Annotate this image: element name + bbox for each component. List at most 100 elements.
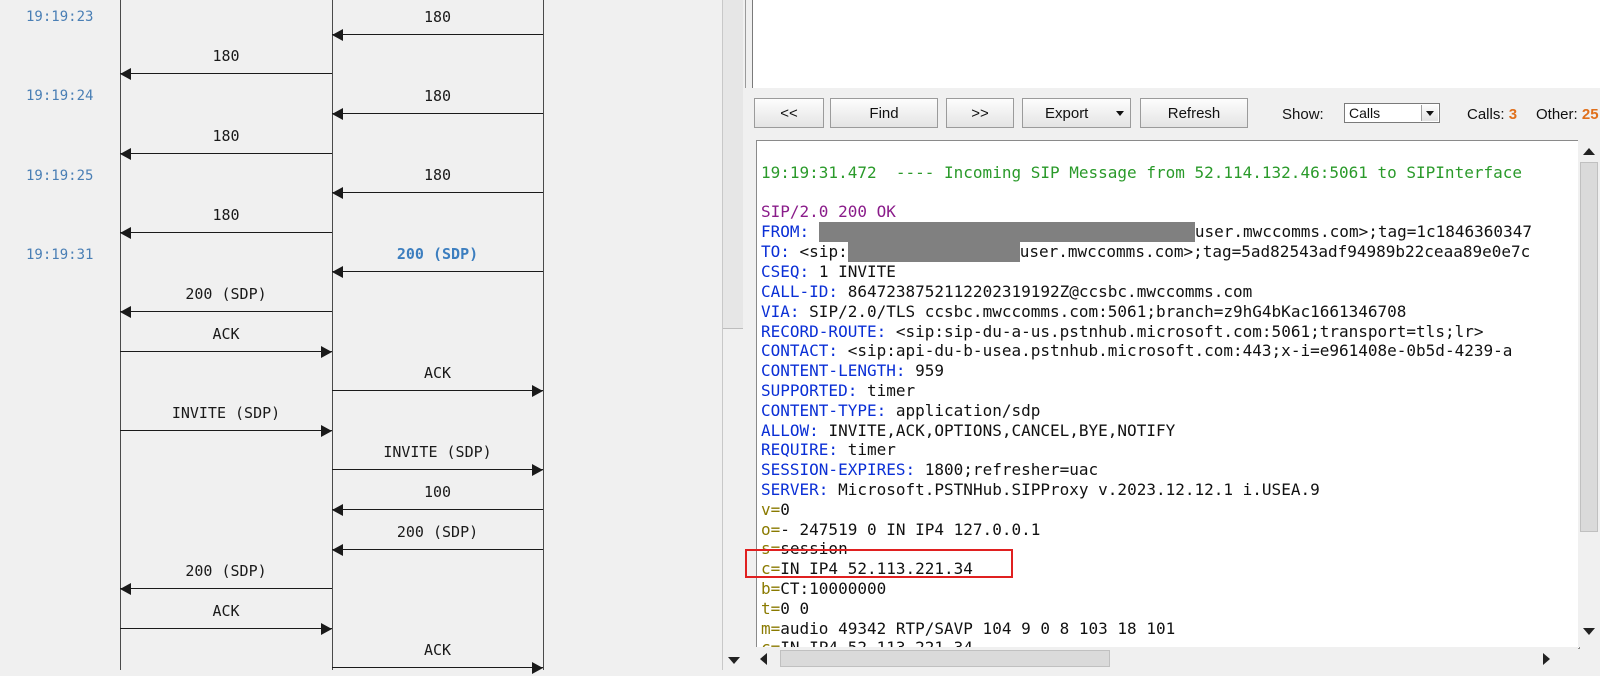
ladder-message-arrow[interactable]: 200 (SDP) (120, 562, 332, 597)
find-button[interactable]: Find (830, 98, 938, 128)
sdp-value: 0 0 (780, 598, 810, 618)
scrollbar-thumb[interactable] (780, 650, 1110, 667)
ladder-message-arrow[interactable]: ACK (332, 641, 543, 676)
header-from: FROM: user.mwccomms.com>;tag=1c184636034… (761, 222, 1532, 243)
ladder-message-arrow[interactable]: ACK (120, 602, 332, 637)
arrow-line (332, 469, 543, 470)
ladder-message-arrow[interactable]: INVITE (SDP) (332, 443, 543, 478)
arrow-line (120, 628, 332, 629)
sdp-line: o=- 247519 0 IN IP4 127.0.0.1 (761, 520, 1040, 539)
ladder-message-label: 180 (423, 87, 452, 105)
refresh-button[interactable]: Refresh (1140, 98, 1248, 128)
timestamp: 19:19:31 (26, 247, 94, 263)
ladder-message-label: 200 (SDP) (396, 245, 479, 263)
header-value: 959 (915, 361, 945, 381)
sdp-key: m= (761, 618, 781, 638)
header-key: CONTENT-LENGTH: (761, 361, 906, 381)
ladder-message-arrow[interactable]: ACK (332, 364, 543, 399)
sip-header-line: CONTACT: <sip:api-du-b-usea.pstnhub.micr… (761, 341, 1512, 360)
calls-label: Calls: (1467, 106, 1505, 123)
next-button[interactable]: >> (946, 98, 1014, 128)
ladder-message-arrow[interactable]: 200 (SDP) (332, 523, 543, 558)
status-line: SIP/2.0 200 OK (761, 202, 896, 222)
sdp-key: v= (761, 499, 781, 519)
ladder-message-arrow[interactable]: 180 (332, 8, 543, 43)
ladder-message-arrow[interactable]: INVITE (SDP) (120, 404, 332, 439)
sdp-key: b= (761, 578, 781, 598)
prev-button[interactable]: << (754, 98, 824, 128)
arrow-left-icon (332, 29, 343, 41)
ladder-message-label: ACK (212, 602, 240, 620)
ladder-message-arrow[interactable]: 180 (120, 206, 332, 241)
header-key: ALLOW: (761, 420, 819, 440)
ladder-message-label: 180 (212, 127, 240, 145)
header-value: INVITE,ACK,OPTIONS,CANCEL,BYE,NOTIFY (828, 420, 1176, 440)
arrow-left-icon (332, 108, 343, 120)
highlight-annotation-box (745, 549, 1013, 578)
message-vertical-scrollbar[interactable] (1578, 140, 1600, 647)
caret-down-icon (1116, 111, 1124, 116)
arrow-right-icon (321, 623, 332, 635)
header-key: VIA: (761, 301, 800, 321)
arrow-line (120, 73, 332, 74)
scrollbar-thumb[interactable] (723, 0, 743, 329)
message-horizontal-scrollbar[interactable] (756, 647, 1578, 670)
ladder-message-label: ACK (423, 641, 452, 659)
arrow-left-icon (120, 583, 131, 595)
scroll-left-icon[interactable] (760, 653, 767, 665)
ladder-message-label: 180 (423, 166, 452, 184)
other-counter: Other: 25 (1536, 106, 1599, 123)
scrollbar-thumb[interactable] (1580, 162, 1598, 532)
ladder-message-arrow[interactable]: 100 (332, 483, 543, 518)
export-dropdown-button[interactable]: Export (1022, 98, 1131, 128)
header-value: 1800;refresher=uac (924, 460, 1099, 480)
ladder-message-arrow[interactable]: 200 (SDP) (332, 245, 543, 280)
scroll-right-icon[interactable] (1543, 653, 1550, 665)
header-value: 1 INVITE (818, 262, 896, 282)
arrow-right-icon (532, 662, 543, 674)
toolbar: << Find >> Export Refresh Show: Calls Ca… (752, 96, 1600, 132)
chevron-down-icon[interactable] (1421, 105, 1438, 121)
arrow-left-icon (332, 187, 343, 199)
ladder-message-label: INVITE (SDP) (171, 404, 281, 422)
sdp-value: CT:10000000 (780, 578, 887, 598)
ladder-message-label: ACK (423, 364, 452, 382)
call-list-pane[interactable] (752, 0, 1600, 88)
ladder-message-arrow[interactable]: 180 (120, 127, 332, 162)
header-value-prefix: <sip: (799, 242, 848, 262)
header-value: 8647238752112202319192Z@ccsbc.mwccomms.c… (847, 281, 1253, 301)
scroll-down-icon[interactable] (1583, 628, 1595, 635)
arrow-line (120, 153, 332, 154)
arrow-line (332, 271, 543, 272)
header-key: FROM: (761, 222, 810, 242)
arrow-left-icon (332, 504, 343, 516)
ladder-message-arrow[interactable]: ACK (120, 325, 332, 360)
arrow-line (332, 113, 543, 114)
sip-ladder-diagram[interactable]: 19:19:23 19:19:24 19:19:25 19:19:31 180 180 1… (0, 0, 722, 674)
redaction-block (847, 242, 1020, 263)
pane-edge (745, 0, 746, 88)
ladder-vertical-scrollbar[interactable] (722, 0, 747, 670)
calls-counter: Calls: 3 (1467, 106, 1517, 123)
timestamp: 19:19:24 (26, 88, 94, 104)
ladder-message-arrow[interactable]: 180 (120, 47, 332, 82)
other-count: 25 (1581, 106, 1599, 123)
ladder-message-arrow[interactable]: 180 (332, 166, 543, 201)
sdp-value: - 247519 0 IN IP4 127.0.0.1 (780, 519, 1041, 539)
sip-header-line: SERVER: Microsoft.PSTNHub.SIPProxy v.202… (761, 480, 1320, 499)
header-value: user.mwccomms.com>;tag=1c1846360347 (1194, 222, 1532, 242)
ladder-message-arrow[interactable]: 180 (332, 87, 543, 122)
sip-header-line: REQUIRE: timer (761, 440, 896, 459)
scroll-down-icon[interactable] (728, 657, 740, 664)
header-key: SESSION-EXPIRES: (761, 460, 916, 480)
sip-header-line: SUPPORTED: timer (761, 381, 915, 400)
header-lines: CSEQ: 1 INVITE CALL-ID: 8647238752112202… (761, 262, 1512, 499)
ladder-message-label: 100 (423, 483, 452, 501)
scroll-up-icon[interactable] (1583, 148, 1595, 155)
arrow-line (332, 509, 543, 510)
show-select[interactable]: Calls (1344, 103, 1440, 123)
arrow-right-icon (532, 385, 543, 397)
other-label: Other: (1536, 106, 1578, 123)
ladder-message-arrow[interactable]: 200 (SDP) (120, 285, 332, 320)
header-value: timer (866, 380, 916, 400)
